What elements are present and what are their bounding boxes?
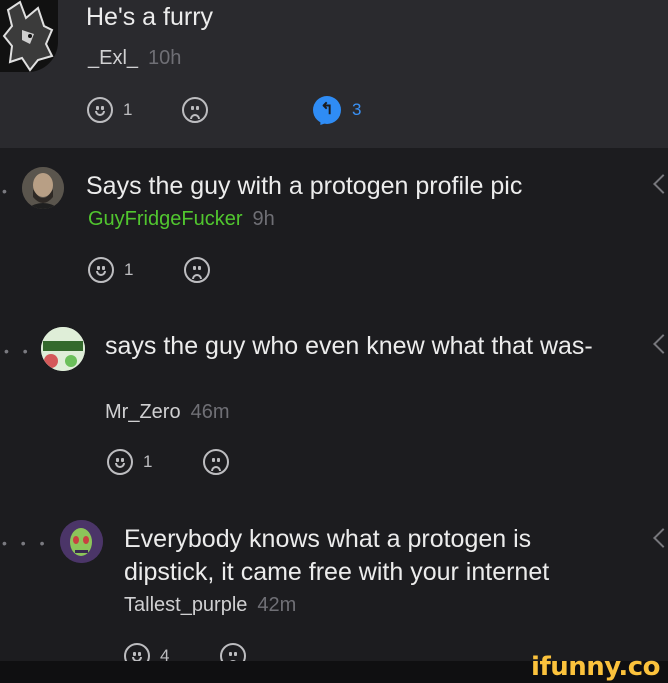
thread-indent-dot: •	[2, 183, 12, 199]
comment-meta: Mr_Zero 46m	[105, 401, 229, 424]
reply-count: 3	[352, 100, 362, 119]
timestamp: 46m	[190, 401, 230, 423]
smile-icon	[88, 257, 114, 283]
collapse-chevron-icon[interactable]	[653, 334, 668, 354]
frown-icon	[184, 257, 210, 283]
timestamp: 42m	[257, 594, 297, 616]
like-button[interactable]: 1	[88, 257, 133, 283]
reaction-bar: 1 ↰ 3	[87, 96, 387, 127]
reply-icon: ↰	[313, 96, 341, 124]
avatar[interactable]	[41, 327, 85, 371]
reaction-bar: 1	[107, 449, 307, 479]
like-count: 1	[143, 452, 153, 471]
reply-arrow-icon: ↰	[320, 101, 334, 118]
comment-meta: Tallest_purple 42m	[124, 594, 296, 617]
smile-icon	[107, 449, 133, 475]
comment-meta: _Exl_ 10h	[88, 47, 181, 70]
username[interactable]: GuyFridgeFucker	[88, 208, 243, 230]
username[interactable]: Mr_Zero	[105, 401, 181, 423]
frown-icon	[182, 97, 208, 123]
collapse-chevron-icon[interactable]	[653, 174, 668, 194]
reaction-bar: 1	[88, 257, 288, 287]
username[interactable]: Tallest_purple	[124, 594, 247, 616]
dislike-button[interactable]	[184, 257, 210, 283]
frown-icon	[203, 449, 229, 475]
timestamp: 10h	[148, 47, 182, 69]
collapse-chevron-icon[interactable]	[653, 528, 668, 548]
like-count: 1	[124, 260, 134, 279]
timestamp: 9h	[252, 208, 275, 230]
like-count: 1	[123, 100, 133, 119]
dislike-button[interactable]	[182, 97, 208, 123]
comment-meta: GuyFridgeFucker 9h	[88, 208, 275, 231]
like-button[interactable]: 1	[87, 97, 132, 123]
comment-text: He's a furry	[86, 3, 214, 31]
avatar[interactable]	[0, 0, 58, 72]
avatar[interactable]	[22, 167, 64, 209]
ifunny-watermark-logo: ifunny.co	[531, 652, 660, 682]
replies-button[interactable]: ↰ 3	[313, 96, 361, 124]
dislike-button[interactable]	[203, 449, 229, 475]
comment-text: Everybody knows what a protogen is dipst…	[124, 525, 550, 586]
smile-icon	[87, 97, 113, 123]
like-button[interactable]: 1	[107, 449, 152, 475]
username[interactable]: _Exl_	[88, 47, 138, 69]
thread-indent-dots: • • •	[2, 535, 50, 551]
comment-text: says the guy who even knew what that was…	[105, 332, 593, 360]
comment-text: Says the guy with a protogen profile pic	[86, 172, 523, 200]
thread-indent-dots: • •	[4, 343, 33, 359]
avatar[interactable]	[60, 520, 103, 563]
